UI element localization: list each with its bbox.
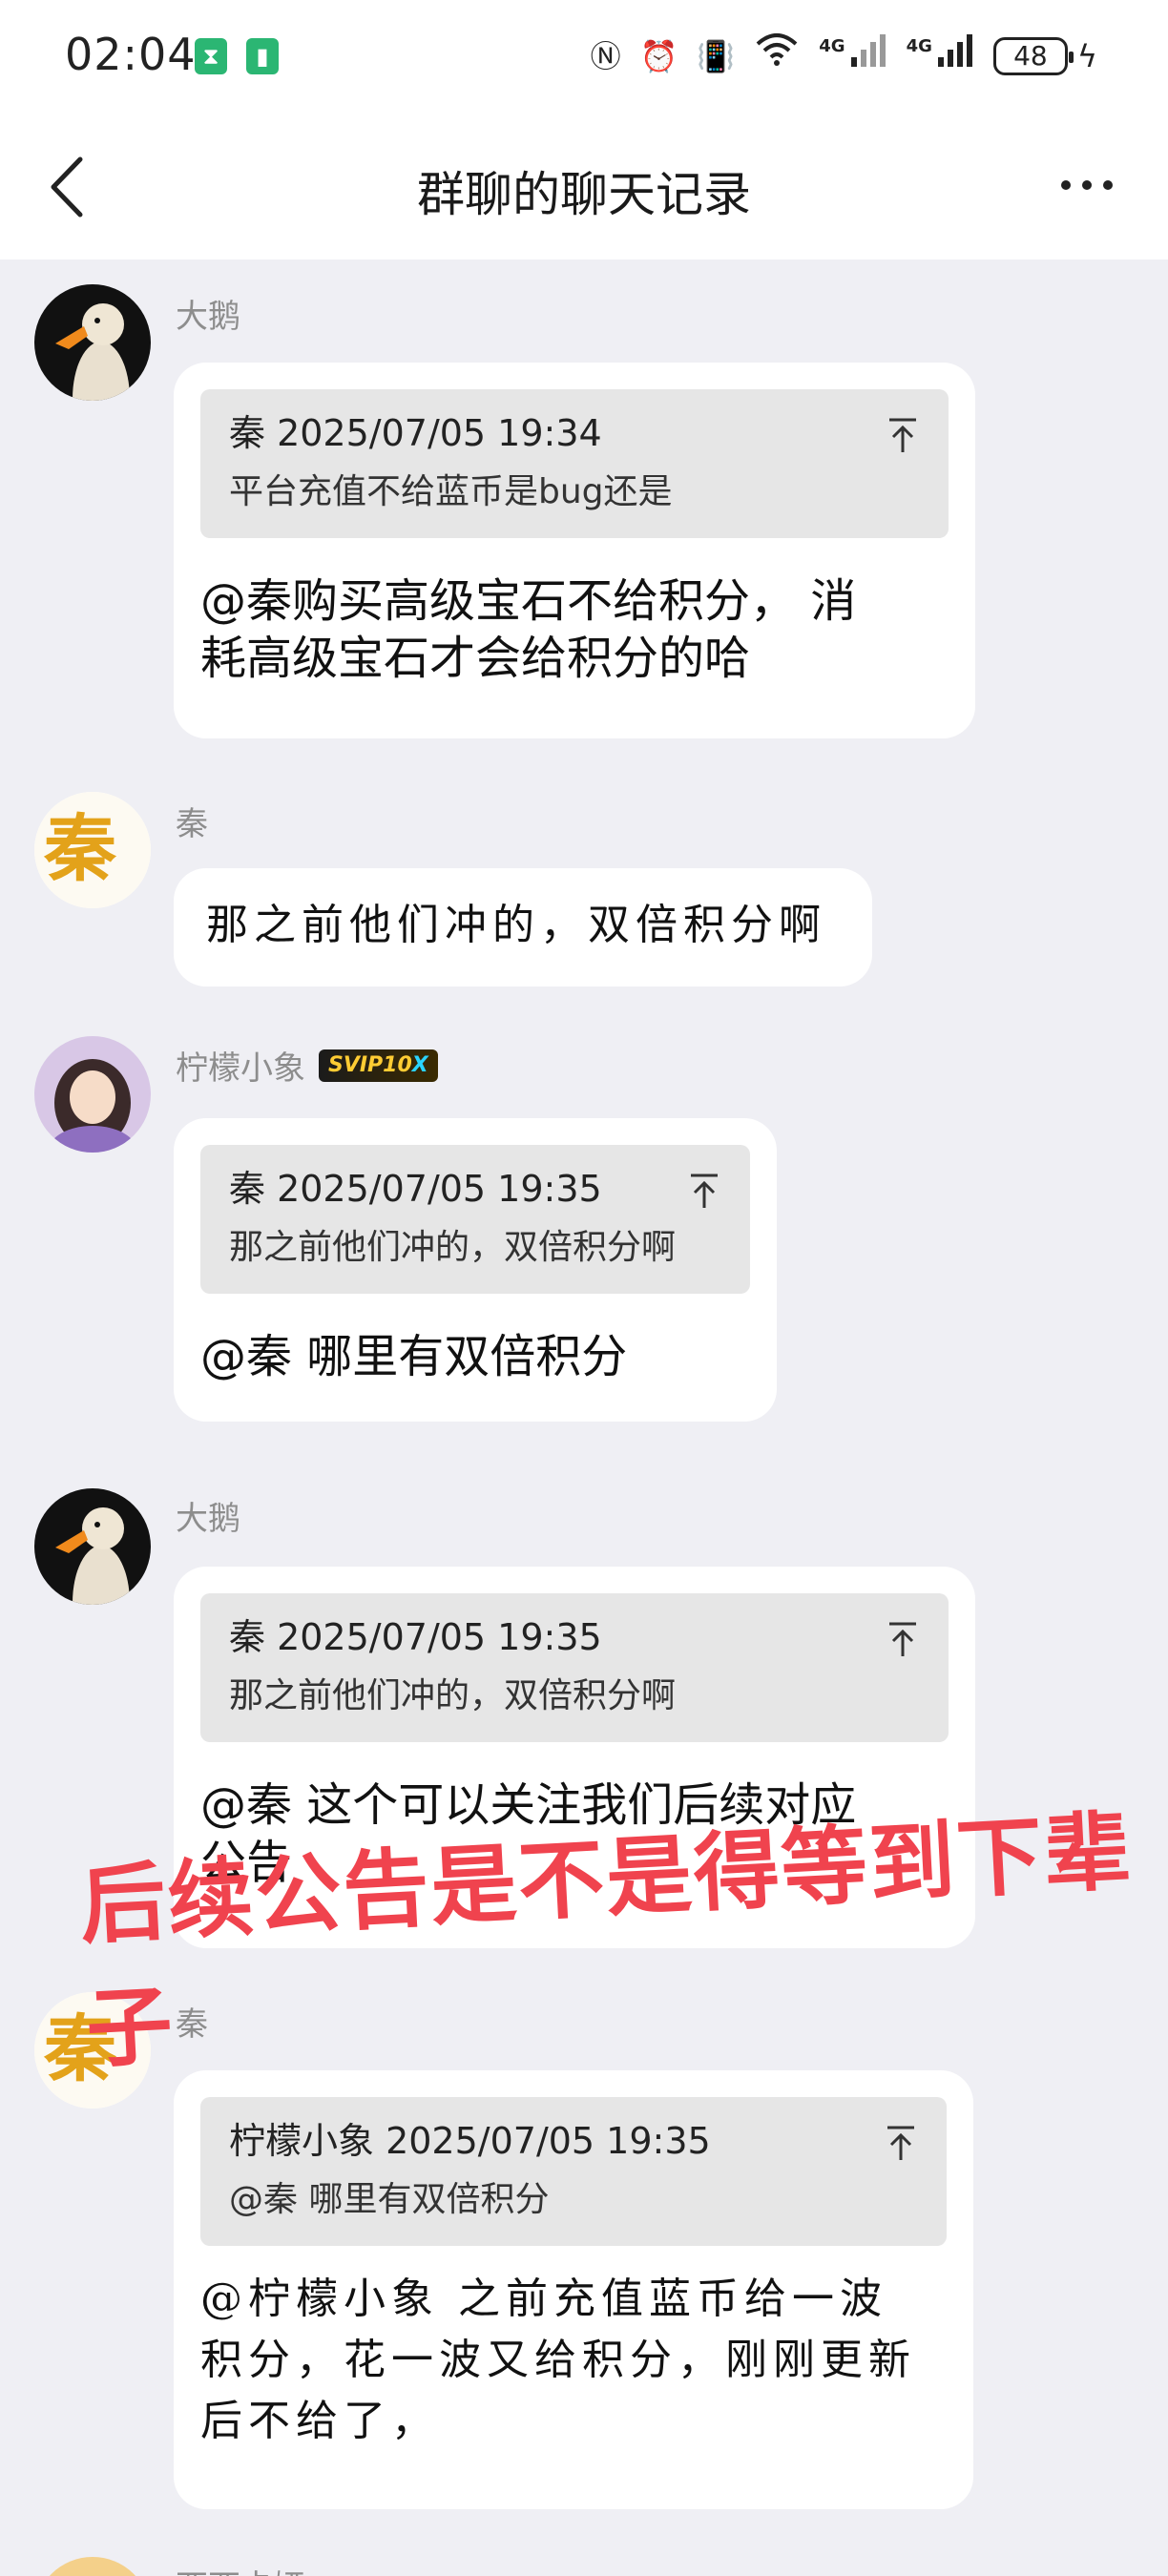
message-text: 那之前他们冲的，双倍积分啊: [206, 901, 826, 949]
message-text-line: @秦购买高级宝石不给积分， 消: [200, 574, 857, 628]
quote-text: 那之前他们冲的，双倍积分啊: [229, 1676, 677, 1715]
message-bubble[interactable]: 柠檬小象 2025/07/05 19:35 @秦 哪里有双倍积分 @柠檬小象 之…: [174, 2070, 973, 2509]
message-text: @秦购买高级宝石不给积分， 消 耗高级宝石才会给积分的哈: [200, 572, 949, 687]
svip-badge-text: SVIP10: [328, 1052, 412, 1077]
avatar-next[interactable]: [34, 2557, 151, 2576]
svg-text:秦: 秦: [43, 806, 117, 891]
status-time: 02:04: [65, 29, 197, 80]
hourglass-icon: ⧗: [195, 38, 227, 74]
message-text: @柠檬小象 之前充值蓝币给一波 积分，花一波又给积分，刚刚更新 后不给了，: [200, 2269, 947, 2452]
girl-avatar-icon: [34, 1036, 151, 1153]
jump-to-quote-icon[interactable]: [687, 1172, 721, 1210]
battery-indicator: 48: [992, 37, 1074, 75]
svip-badge: SVIP10X: [319, 1049, 438, 1082]
duck-avatar-icon: [34, 1488, 151, 1605]
quoted-message[interactable]: 秦 2025/07/05 19:35 那之前他们冲的，双倍积分啊: [200, 1145, 750, 1294]
quote-text: 平台充值不给蓝币是bug还是: [229, 472, 673, 511]
message-text: @秦 哪里有双倍积分: [200, 1330, 628, 1383]
jump-to-quote-icon[interactable]: [886, 1620, 920, 1658]
nav-bar: 群聊的聊天记录: [0, 114, 1168, 260]
sender-name: 西西卡娅: [176, 2561, 305, 2576]
network-type-2: 4G: [906, 36, 932, 56]
message-text-line: @柠檬小象 之前充值蓝币给一波: [200, 2275, 887, 2323]
message-bubble[interactable]: 秦 2025/07/05 19:34 平台充值不给蓝币是bug还是 @秦购买高级…: [174, 363, 975, 738]
alarm-icon: ⏰: [639, 38, 678, 74]
quote-text: 那之前他们冲的，双倍积分啊: [229, 1228, 677, 1267]
avatar-qin[interactable]: 秦: [34, 792, 151, 908]
quote-header: 秦 2025/07/05 19:34: [229, 412, 602, 454]
status-bar: 02:04 ⧗ ▮ Ⓝ ⏰ 📳 4G 4G 48 ϟ: [0, 0, 1168, 114]
quoted-message[interactable]: 柠檬小象 2025/07/05 19:35 @秦 哪里有双倍积分: [200, 2097, 947, 2246]
quote-text: @秦 哪里有双倍积分: [229, 2180, 550, 2219]
battery-saver-icon: ▮: [246, 38, 279, 74]
quote-header: 柠檬小象 2025/07/05 19:35: [229, 2120, 711, 2162]
vibrate-icon: 📳: [697, 38, 736, 74]
more-options-button[interactable]: [1044, 156, 1130, 214]
jump-to-quote-icon[interactable]: [886, 416, 920, 454]
page-title: 群聊的聊天记录: [417, 167, 751, 222]
sender-name-text: 柠檬小象: [176, 1049, 305, 1088]
avatar-lemon-elephant[interactable]: [34, 1036, 151, 1153]
network-type-1: 4G: [819, 36, 845, 56]
message-text-line: 积分，花一波又给积分，刚刚更新: [200, 2336, 916, 2384]
more-dot-icon: [1103, 180, 1113, 190]
signal-icon-2: [936, 32, 974, 80]
sender-name: 秦: [176, 805, 208, 843]
avatar-duck[interactable]: [34, 284, 151, 401]
quoted-message[interactable]: 秦 2025/07/05 19:34 平台充值不给蓝币是bug还是: [200, 389, 949, 538]
duck-avatar-icon: [34, 284, 151, 401]
sender-name: 柠檬小象 SVIP10X: [176, 1042, 438, 1089]
status-icons: Ⓝ ⏰ 📳 4G 4G 48 ϟ: [591, 32, 1097, 80]
sender-name: 大鹅: [176, 1500, 240, 1538]
wifi-icon: [754, 32, 800, 80]
message-text-line: 耗高级宝石才会给积分的哈: [200, 632, 751, 685]
charging-icon: ϟ: [1076, 38, 1097, 74]
message-bubble[interactable]: 那之前他们冲的，双倍积分啊: [174, 868, 872, 987]
message-bubble[interactable]: 秦 2025/07/05 19:35 那之前他们冲的，双倍积分啊 @秦 哪里有双…: [174, 1118, 777, 1422]
nfc-icon: Ⓝ: [590, 38, 621, 74]
sender-name: 大鹅: [176, 298, 240, 336]
quoted-message[interactable]: 秦 2025/07/05 19:35 那之前他们冲的，双倍积分啊: [200, 1593, 949, 1742]
more-dot-icon: [1061, 180, 1071, 190]
message-text-line: 后不给了，: [200, 2397, 439, 2445]
quote-header: 秦 2025/07/05 19:35: [229, 1616, 602, 1658]
jump-to-quote-icon[interactable]: [884, 2124, 918, 2162]
signal-icon-1: [849, 32, 887, 80]
quote-header: 秦 2025/07/05 19:35: [229, 1168, 602, 1210]
qin-calligraphy-avatar-icon: 秦: [34, 792, 151, 908]
more-dot-icon: [1082, 180, 1092, 190]
avatar-duck[interactable]: [34, 1488, 151, 1605]
